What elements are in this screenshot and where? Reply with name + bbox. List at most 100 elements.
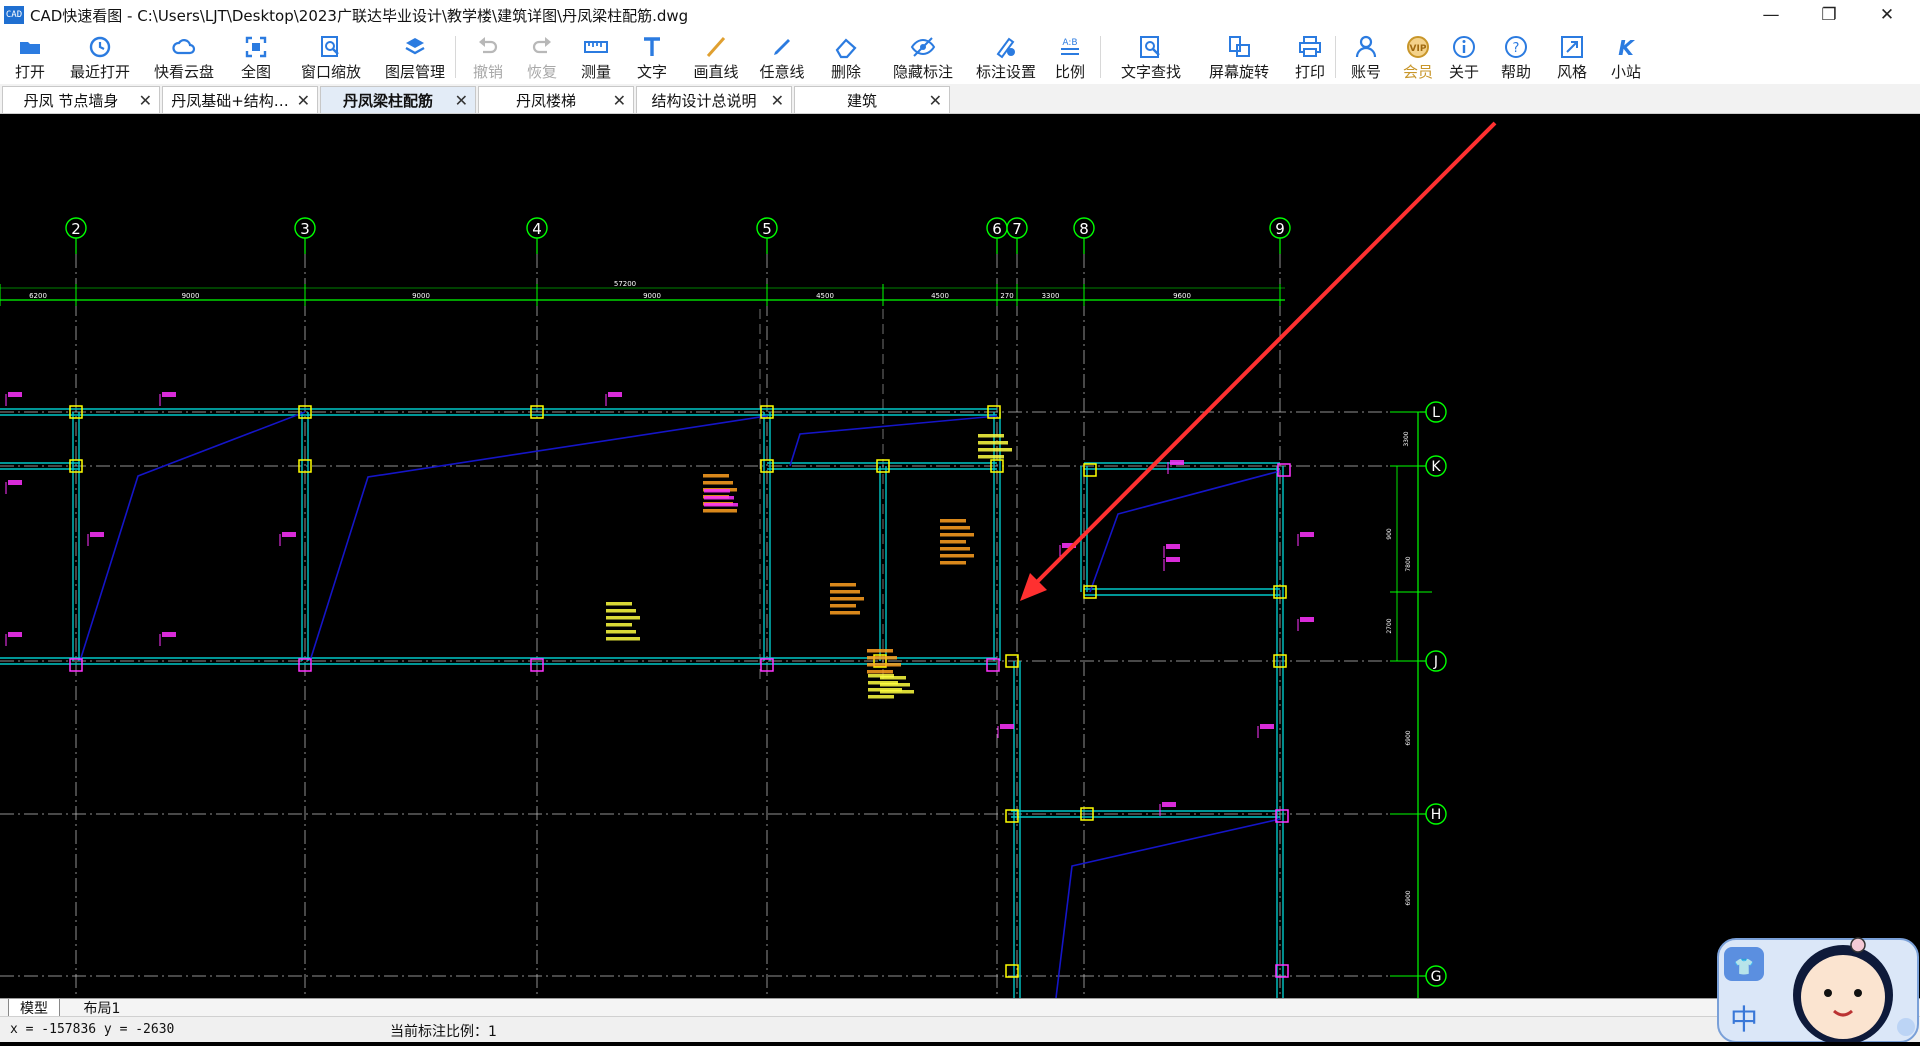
beam-spec-text-line: [830, 590, 860, 594]
dimension-label: 7800: [1405, 556, 1412, 571]
annotation-label: [608, 392, 622, 397]
beam-spec-text-line: [978, 434, 1004, 438]
close-button[interactable]: ✕: [1858, 0, 1916, 30]
document-tabs: 丹凤 节点墙身 ✕ 丹凤基础+结构… ✕ 丹凤梁柱配筋 ✕ 丹凤楼梯 ✕ 结构设计总说明 ✕ 建筑 ✕: [0, 84, 1920, 114]
svg-text:?: ?: [1513, 41, 1520, 56]
toolbar-button-pencil[interactable]: 任意线: [756, 32, 808, 82]
toolbar-button-vip[interactable]: VIP 会员: [1396, 32, 1440, 82]
toolbar-button-zoom-window[interactable]: 窗口缩放: [290, 32, 372, 82]
toolbar-button-layers[interactable]: 图层管理: [374, 32, 456, 82]
beam-spec-text-line: [606, 609, 636, 613]
toolbar-button-rotate-screen[interactable]: 屏幕旋转: [1198, 32, 1280, 82]
annotation-label: [1000, 724, 1014, 729]
toolbar-button-line[interactable]: 画直线: [690, 32, 742, 82]
toolbar-label: 文字: [636, 63, 667, 81]
beam-spec-text-line: [867, 663, 901, 667]
close-icon[interactable]: ✕: [455, 91, 468, 110]
close-icon[interactable]: ✕: [929, 91, 942, 110]
toolbar-button-eye[interactable]: 隐藏标注: [882, 32, 964, 82]
tab-document-1[interactable]: 丹凤 节点墙身 ✕: [2, 86, 160, 113]
ime-mode-indicator[interactable]: 中: [1730, 1003, 1758, 1036]
close-icon[interactable]: ✕: [771, 91, 784, 110]
restore-button[interactable]: ❐: [1800, 0, 1858, 30]
beam-spec-text-line: [606, 637, 640, 641]
user-icon: [1353, 34, 1379, 60]
toolbar-label: 恢复: [526, 63, 557, 81]
annotation-label: [8, 392, 22, 397]
tab-model[interactable]: 模型: [8, 999, 60, 1017]
axis-label: 9: [1275, 220, 1285, 238]
toolbar-button-fullscreen[interactable]: 全图: [238, 32, 274, 82]
beam-spec-text-line: [978, 448, 1012, 452]
beam-spec-text-line: [703, 509, 737, 513]
beam-annotations: [5, 392, 1314, 816]
toolbar-button-undo[interactable]: 撤销: [470, 32, 506, 82]
tab-document-4[interactable]: 丹凤楼梯 ✕: [478, 86, 634, 113]
cad-drawing[interactable]: 57200 6200 9000 9000 9000 4500 4500 270 3300 9600…: [0, 114, 1920, 998]
dimension-label: 2700: [1386, 618, 1393, 633]
beam-spec-text-line: [606, 630, 636, 634]
toolbar-label: 测量: [580, 63, 611, 81]
toolbar-button-annotation-settings[interactable]: 标注设置: [965, 32, 1047, 82]
ime-assistant-widget[interactable]: 👕 中: [1716, 937, 1920, 1045]
toolbar-button-redo[interactable]: 恢复: [524, 32, 560, 82]
beam-spec-text-line: [606, 623, 632, 627]
grid-lines: [0, 254, 1420, 998]
line-icon: [703, 34, 729, 60]
svg-text:K: K: [1618, 36, 1635, 60]
toolbar-button-scale[interactable]: A:B 比例: [1048, 32, 1092, 82]
toolbar-button-history[interactable]: 最近打开: [60, 32, 140, 82]
axis-label: 7: [1012, 220, 1022, 238]
annotation-scale-status: 当前标注比例：1: [390, 1024, 497, 1040]
dimension-label: 9600: [1173, 292, 1191, 300]
toolbar-button-help[interactable]: ? 帮助: [1494, 32, 1538, 82]
tab-document-5[interactable]: 结构设计总说明 ✕: [636, 86, 792, 113]
annotation-label: [1260, 724, 1274, 729]
beam-spec-text-line: [940, 547, 970, 551]
dimension-label: 4500: [931, 292, 949, 300]
tab-layout1[interactable]: 布局1: [72, 999, 132, 1017]
annotation-label: [1166, 557, 1180, 562]
k-station-icon: K: [1613, 34, 1639, 60]
slab-diagonal-line: [1055, 818, 1281, 998]
annotation-settings-icon: [993, 34, 1019, 60]
tab-document-6[interactable]: 建筑 ✕: [794, 86, 950, 113]
beam-spec-text-line: [940, 561, 966, 565]
close-icon[interactable]: ✕: [613, 91, 626, 110]
slab-diagonal-line: [309, 415, 768, 662]
toolbar-button-eraser[interactable]: 删除: [824, 32, 868, 82]
beam-spec-text-line: [830, 583, 856, 587]
window-title: CAD快速看图 - C:\Users\LJT\Desktop\2023广联达毕业…: [30, 6, 689, 25]
beam-lines: [0, 408, 1284, 998]
close-icon[interactable]: ✕: [297, 91, 310, 110]
toolbar-label: 快看云盘: [153, 63, 214, 81]
dimension-label: 6900: [1405, 730, 1412, 745]
annotation-label: [1300, 617, 1314, 622]
toolbar-button-ruler[interactable]: 测量: [578, 32, 614, 82]
toolbar-button-k-station[interactable]: K 小站: [1604, 32, 1648, 82]
close-icon[interactable]: ✕: [139, 91, 152, 110]
toolbar-button-folder-open[interactable]: 打开: [8, 32, 52, 82]
minimize-button[interactable]: —: [1742, 0, 1800, 30]
tab-document-2[interactable]: 丹凤基础+结构… ✕: [162, 86, 318, 113]
toolbar-label: 任意线: [759, 63, 805, 81]
pencil-icon: [769, 34, 795, 60]
dimension-lines: 57200 6200 9000 9000 9000 4500 4500 270 3300 9600…: [0, 280, 1432, 998]
beam-spec-text-line: [880, 676, 906, 680]
history-icon: [87, 34, 113, 60]
tab-document-3[interactable]: 丹凤梁柱配筋 ✕: [320, 86, 476, 113]
toolbar-button-printer[interactable]: 打印: [1288, 32, 1332, 82]
beam-spec-text-line: [978, 455, 1004, 459]
dimension-label: 3300: [1042, 292, 1060, 300]
toolbar-label: 撤销: [472, 63, 503, 81]
toolbar-button-style[interactable]: 风格: [1550, 32, 1594, 82]
toolbar-button-user[interactable]: 账号: [1344, 32, 1388, 82]
toolbar-label: 账号: [1350, 63, 1381, 81]
toolbar-button-text-search[interactable]: 文字查找: [1110, 32, 1192, 82]
drawing-canvas[interactable]: 57200 6200 9000 9000 9000 4500 4500 270 3300 9600…: [0, 114, 1920, 998]
toolbar-button-cloud[interactable]: 快看云盘: [148, 32, 220, 82]
toolbar-button-text[interactable]: 文字: [634, 32, 670, 82]
axis-label: 4: [532, 220, 542, 238]
toolbar-button-info[interactable]: 关于: [1442, 32, 1486, 82]
beam-spec-text-line: [867, 649, 893, 653]
